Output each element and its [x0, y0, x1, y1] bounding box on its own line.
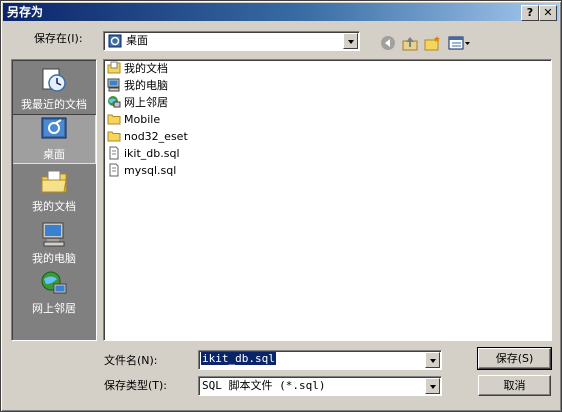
- title-bar[interactable]: 另存为 ? ✕: [3, 3, 559, 21]
- filename-label: 文件名(N):: [104, 354, 158, 367]
- save-in-value: 桌面: [126, 34, 148, 47]
- my-documents-icon: [41, 170, 67, 193]
- network-places-icon: [108, 96, 121, 108]
- file-list[interactable]: 我的文档 我的电脑 网上邻居 Mobile nod32_eset ikit_db…: [103, 59, 552, 341]
- view-menu-icon[interactable]: [447, 35, 471, 51]
- place-label: 我最近的文档: [21, 98, 87, 111]
- close-button[interactable]: ✕: [539, 5, 557, 21]
- place-recent-documents[interactable]: 我最近的文档: [12, 64, 96, 114]
- place-label: 我的文档: [32, 200, 76, 213]
- desktop-icon: [108, 34, 122, 48]
- up-folder-icon[interactable]: [401, 35, 419, 51]
- dialog-title: 另存为: [7, 5, 44, 19]
- list-item[interactable]: 网上邻居: [107, 95, 168, 111]
- filename-input[interactable]: ikit_db.sql: [198, 350, 442, 370]
- list-item[interactable]: mysql.sql: [107, 163, 176, 179]
- filetype-value: SQL 脚本文件 (*.sql): [202, 379, 326, 392]
- file-name: ikit_db.sql: [124, 147, 180, 160]
- place-label: 网上邻居: [32, 302, 76, 315]
- file-name: 网上邻居: [124, 96, 168, 109]
- place-my-computer[interactable]: 我的电脑: [12, 218, 96, 268]
- save-button[interactable]: 保存(S): [477, 347, 552, 370]
- folder-icon: [107, 114, 121, 125]
- list-item[interactable]: Mobile: [107, 112, 160, 128]
- filetype-dropdown[interactable]: SQL 脚本文件 (*.sql): [198, 376, 442, 396]
- place-label: 桌面: [43, 148, 65, 161]
- list-item[interactable]: ikit_db.sql: [107, 146, 180, 162]
- help-button[interactable]: ?: [521, 5, 539, 21]
- save-in-label: 保存在(I):: [34, 32, 83, 45]
- file-name: 我的电脑: [124, 79, 168, 92]
- places-bar: 我最近的文档 桌面 我的文档 我的电脑 网上邻居: [11, 59, 97, 341]
- my-computer-icon: [42, 222, 65, 247]
- file-name: 我的文档: [124, 62, 168, 75]
- chevron-down-icon[interactable]: [425, 378, 440, 394]
- filename-value: ikit_db.sql: [201, 352, 276, 365]
- file-icon: [109, 163, 119, 177]
- list-item[interactable]: nod32_eset: [107, 129, 188, 145]
- cancel-button[interactable]: 取消: [478, 375, 551, 396]
- network-places-icon: [41, 271, 67, 294]
- file-icon: [109, 146, 119, 160]
- place-desktop[interactable]: 桌面: [12, 114, 96, 164]
- save-in-dropdown[interactable]: 桌面: [103, 31, 360, 51]
- place-my-documents[interactable]: 我的文档: [12, 166, 96, 216]
- chevron-down-icon[interactable]: [425, 352, 440, 368]
- back-icon[interactable]: [379, 35, 397, 51]
- my-documents-icon: [107, 61, 121, 74]
- file-name: mysql.sql: [124, 164, 177, 177]
- chevron-down-icon[interactable]: [343, 33, 358, 49]
- place-network[interactable]: 网上邻居: [12, 268, 96, 318]
- list-item[interactable]: 我的电脑: [107, 78, 168, 94]
- save-as-dialog: 另存为 ? ✕ 保存在(I): 桌面 我最近的文档 桌面 我的文档 我的电脑 网…: [0, 0, 562, 412]
- filetype-label: 保存类型(T):: [104, 379, 168, 392]
- recent-documents-icon: [42, 68, 66, 92]
- desktop-icon: [41, 117, 67, 139]
- place-label: 我的电脑: [32, 252, 76, 265]
- file-name: nod32_eset: [124, 130, 188, 143]
- my-computer-icon: [107, 78, 120, 92]
- folder-icon: [107, 131, 121, 142]
- file-name: Mobile: [124, 113, 161, 126]
- list-item[interactable]: 我的文档: [107, 61, 168, 77]
- new-folder-icon[interactable]: [423, 35, 441, 51]
